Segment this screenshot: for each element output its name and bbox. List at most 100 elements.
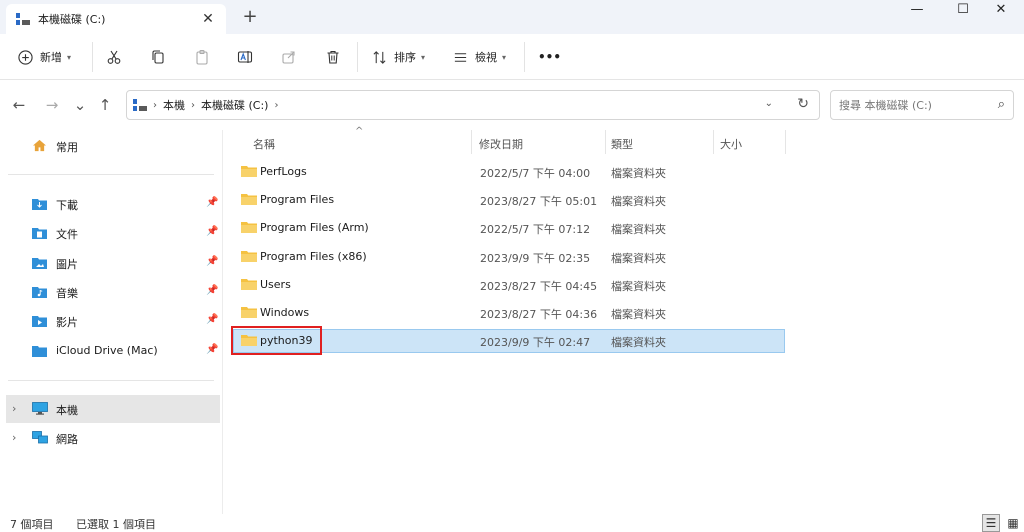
breadcrumb-local-disk[interactable]: 本機磁碟 (C:): [201, 97, 268, 113]
list-item[interactable]: Program Files (Arm) 2022/5/7 下午 07:12 檔案…: [233, 216, 785, 240]
search-input[interactable]: 搜尋 本機磁碟 (C:) ⌕: [830, 90, 1014, 120]
new-tab-button[interactable]: +: [240, 6, 260, 27]
pictures-folder-icon: [32, 258, 47, 269]
pin-icon[interactable]: 📌: [206, 314, 218, 325]
divider: [524, 42, 525, 72]
file-date: 2023/8/27 下午 04:45: [480, 280, 598, 293]
file-type: 檔案資料夾: [611, 336, 666, 349]
sidebar-item-videos[interactable]: 影片 📌: [6, 307, 220, 335]
share-icon: [282, 51, 295, 64]
file-list: 名稱 ^ 修改日期 類型 大小 PerfLogs 2022/5/7 下午 04:…: [222, 126, 1024, 514]
delete-button[interactable]: [325, 44, 341, 70]
chevron-down-icon: ▾: [421, 52, 426, 62]
pc-icon: [133, 99, 147, 111]
back-arrow-icon[interactable]: ←: [10, 96, 28, 114]
monitor-icon: [32, 402, 48, 415]
sidebar-label: 本機: [56, 404, 78, 417]
paste-icon: [196, 49, 208, 65]
sidebar-item-network[interactable]: › 網路: [6, 424, 220, 452]
network-icon: [32, 431, 48, 444]
column-header-type[interactable]: 類型: [611, 136, 633, 152]
videos-folder-icon: [32, 316, 47, 327]
new-label: 新增: [40, 51, 62, 64]
close-window-button[interactable]: ✕: [978, 0, 1024, 18]
view-label: 檢視: [475, 51, 497, 64]
paste-button[interactable]: [194, 44, 210, 70]
column-header-row: 名稱 ^ 修改日期 類型 大小: [223, 126, 1023, 154]
sidebar-item-this-pc[interactable]: › 本機: [6, 395, 220, 423]
highlight-annotation-box: [231, 326, 322, 355]
column-header-name[interactable]: 名稱: [253, 136, 275, 152]
tab-local-disk[interactable]: 本機磁碟 (C:) ✕: [6, 4, 226, 34]
pin-icon[interactable]: 📌: [206, 226, 218, 237]
file-date: 2022/5/7 下午 07:12: [480, 223, 591, 236]
tab-close-icon[interactable]: ✕: [200, 11, 216, 27]
details-view-icon[interactable]: ☰: [982, 514, 1000, 532]
file-type: 檔案資料夾: [611, 195, 666, 208]
column-header-modified[interactable]: 修改日期: [479, 136, 523, 152]
recent-chevron-icon[interactable]: ⌄: [71, 96, 89, 114]
address-dropdown-icon[interactable]: ⌄: [765, 98, 773, 109]
file-date: 2023/9/9 下午 02:47: [480, 336, 591, 349]
more-options-button[interactable]: •••: [538, 44, 561, 70]
column-divider[interactable]: [605, 130, 606, 154]
column-divider[interactable]: [471, 130, 472, 154]
sidebar-item-music[interactable]: 音樂 📌: [6, 278, 220, 306]
file-date: 2023/8/27 下午 04:36: [480, 308, 598, 321]
new-button[interactable]: 新增 ▾: [18, 44, 71, 70]
sidebar-item-icloud-drive[interactable]: iCloud Drive (Mac) 📌: [6, 337, 220, 365]
folder-icon: [241, 279, 257, 290]
tiles-view-icon[interactable]: ▦: [1004, 514, 1022, 532]
refresh-icon[interactable]: ↻: [797, 96, 809, 112]
file-date: 2023/8/27 下午 05:01: [480, 195, 598, 208]
column-divider[interactable]: [713, 130, 714, 154]
pin-icon[interactable]: 📌: [206, 285, 218, 296]
forward-arrow-icon[interactable]: →: [43, 96, 61, 114]
search-placeholder: 搜尋 本機磁碟 (C:): [839, 99, 932, 112]
file-name: Users: [260, 278, 291, 291]
copy-button[interactable]: [150, 44, 166, 70]
minimize-button[interactable]: —: [894, 0, 940, 18]
list-item[interactable]: Windows 2023/8/27 下午 04:36 檔案資料夾: [233, 301, 785, 325]
column-divider[interactable]: [785, 130, 786, 154]
rename-button[interactable]: [237, 44, 253, 70]
chevron-right-icon[interactable]: ›: [12, 402, 16, 415]
breadcrumb-this-pc[interactable]: 本機: [163, 97, 185, 113]
list-item[interactable]: Program Files 2023/8/27 下午 05:01 檔案資料夾: [233, 188, 785, 212]
sidebar-item-documents[interactable]: 文件 📌: [6, 219, 220, 247]
column-header-size[interactable]: 大小: [720, 136, 742, 152]
sidebar-item-downloads[interactable]: 下載 📌: [6, 190, 220, 218]
rename-icon: [237, 51, 253, 63]
sort-ascending-icon: ^: [355, 126, 364, 137]
sidebar-item-pictures[interactable]: 圖片 📌: [6, 249, 220, 277]
list-item[interactable]: PerfLogs 2022/5/7 下午 04:00 檔案資料夾: [233, 160, 785, 184]
sidebar-label: 文件: [56, 228, 78, 241]
sidebar-label: 圖片: [56, 258, 78, 271]
documents-folder-icon: [32, 228, 47, 239]
chevron-right-icon[interactable]: ›: [12, 431, 16, 444]
status-bar: 7 個項目 已選取 1 個項目 ☰ ▦: [0, 514, 1024, 532]
pin-icon[interactable]: 📌: [206, 344, 218, 355]
music-folder-icon: [32, 287, 47, 298]
sidebar-item-home[interactable]: 常用: [6, 132, 220, 160]
pin-icon[interactable]: 📌: [206, 256, 218, 267]
sidebar-label: 下載: [56, 199, 78, 212]
address-bar[interactable]: › 本機 › 本機磁碟 (C:) › ⌄ ↻: [126, 90, 820, 120]
folder-icon: [241, 251, 257, 262]
sort-label: 排序: [394, 51, 416, 64]
share-button[interactable]: [281, 44, 297, 70]
list-item[interactable]: Users 2023/8/27 下午 04:45 檔案資料夾: [233, 273, 785, 297]
chevron-down-icon: ▾: [502, 52, 507, 62]
command-bar: 新增 ▾ 排序 ▾ 檢視 ▾ •••: [0, 34, 1024, 80]
chevron-right-icon[interactable]: ›: [153, 100, 157, 111]
pin-icon[interactable]: 📌: [206, 197, 218, 208]
downloads-folder-icon: [32, 199, 47, 210]
view-button[interactable]: 檢視 ▾: [453, 44, 506, 70]
sort-button[interactable]: 排序 ▾: [372, 44, 425, 70]
up-arrow-icon[interactable]: ↑: [96, 96, 114, 114]
chevron-right-icon[interactable]: ›: [191, 100, 195, 111]
list-item[interactable]: Program Files (x86) 2023/9/9 下午 02:35 檔案…: [233, 245, 785, 269]
cut-button[interactable]: [106, 44, 122, 70]
chevron-right-icon[interactable]: ›: [274, 100, 278, 111]
plus-circle-icon: [18, 49, 33, 65]
